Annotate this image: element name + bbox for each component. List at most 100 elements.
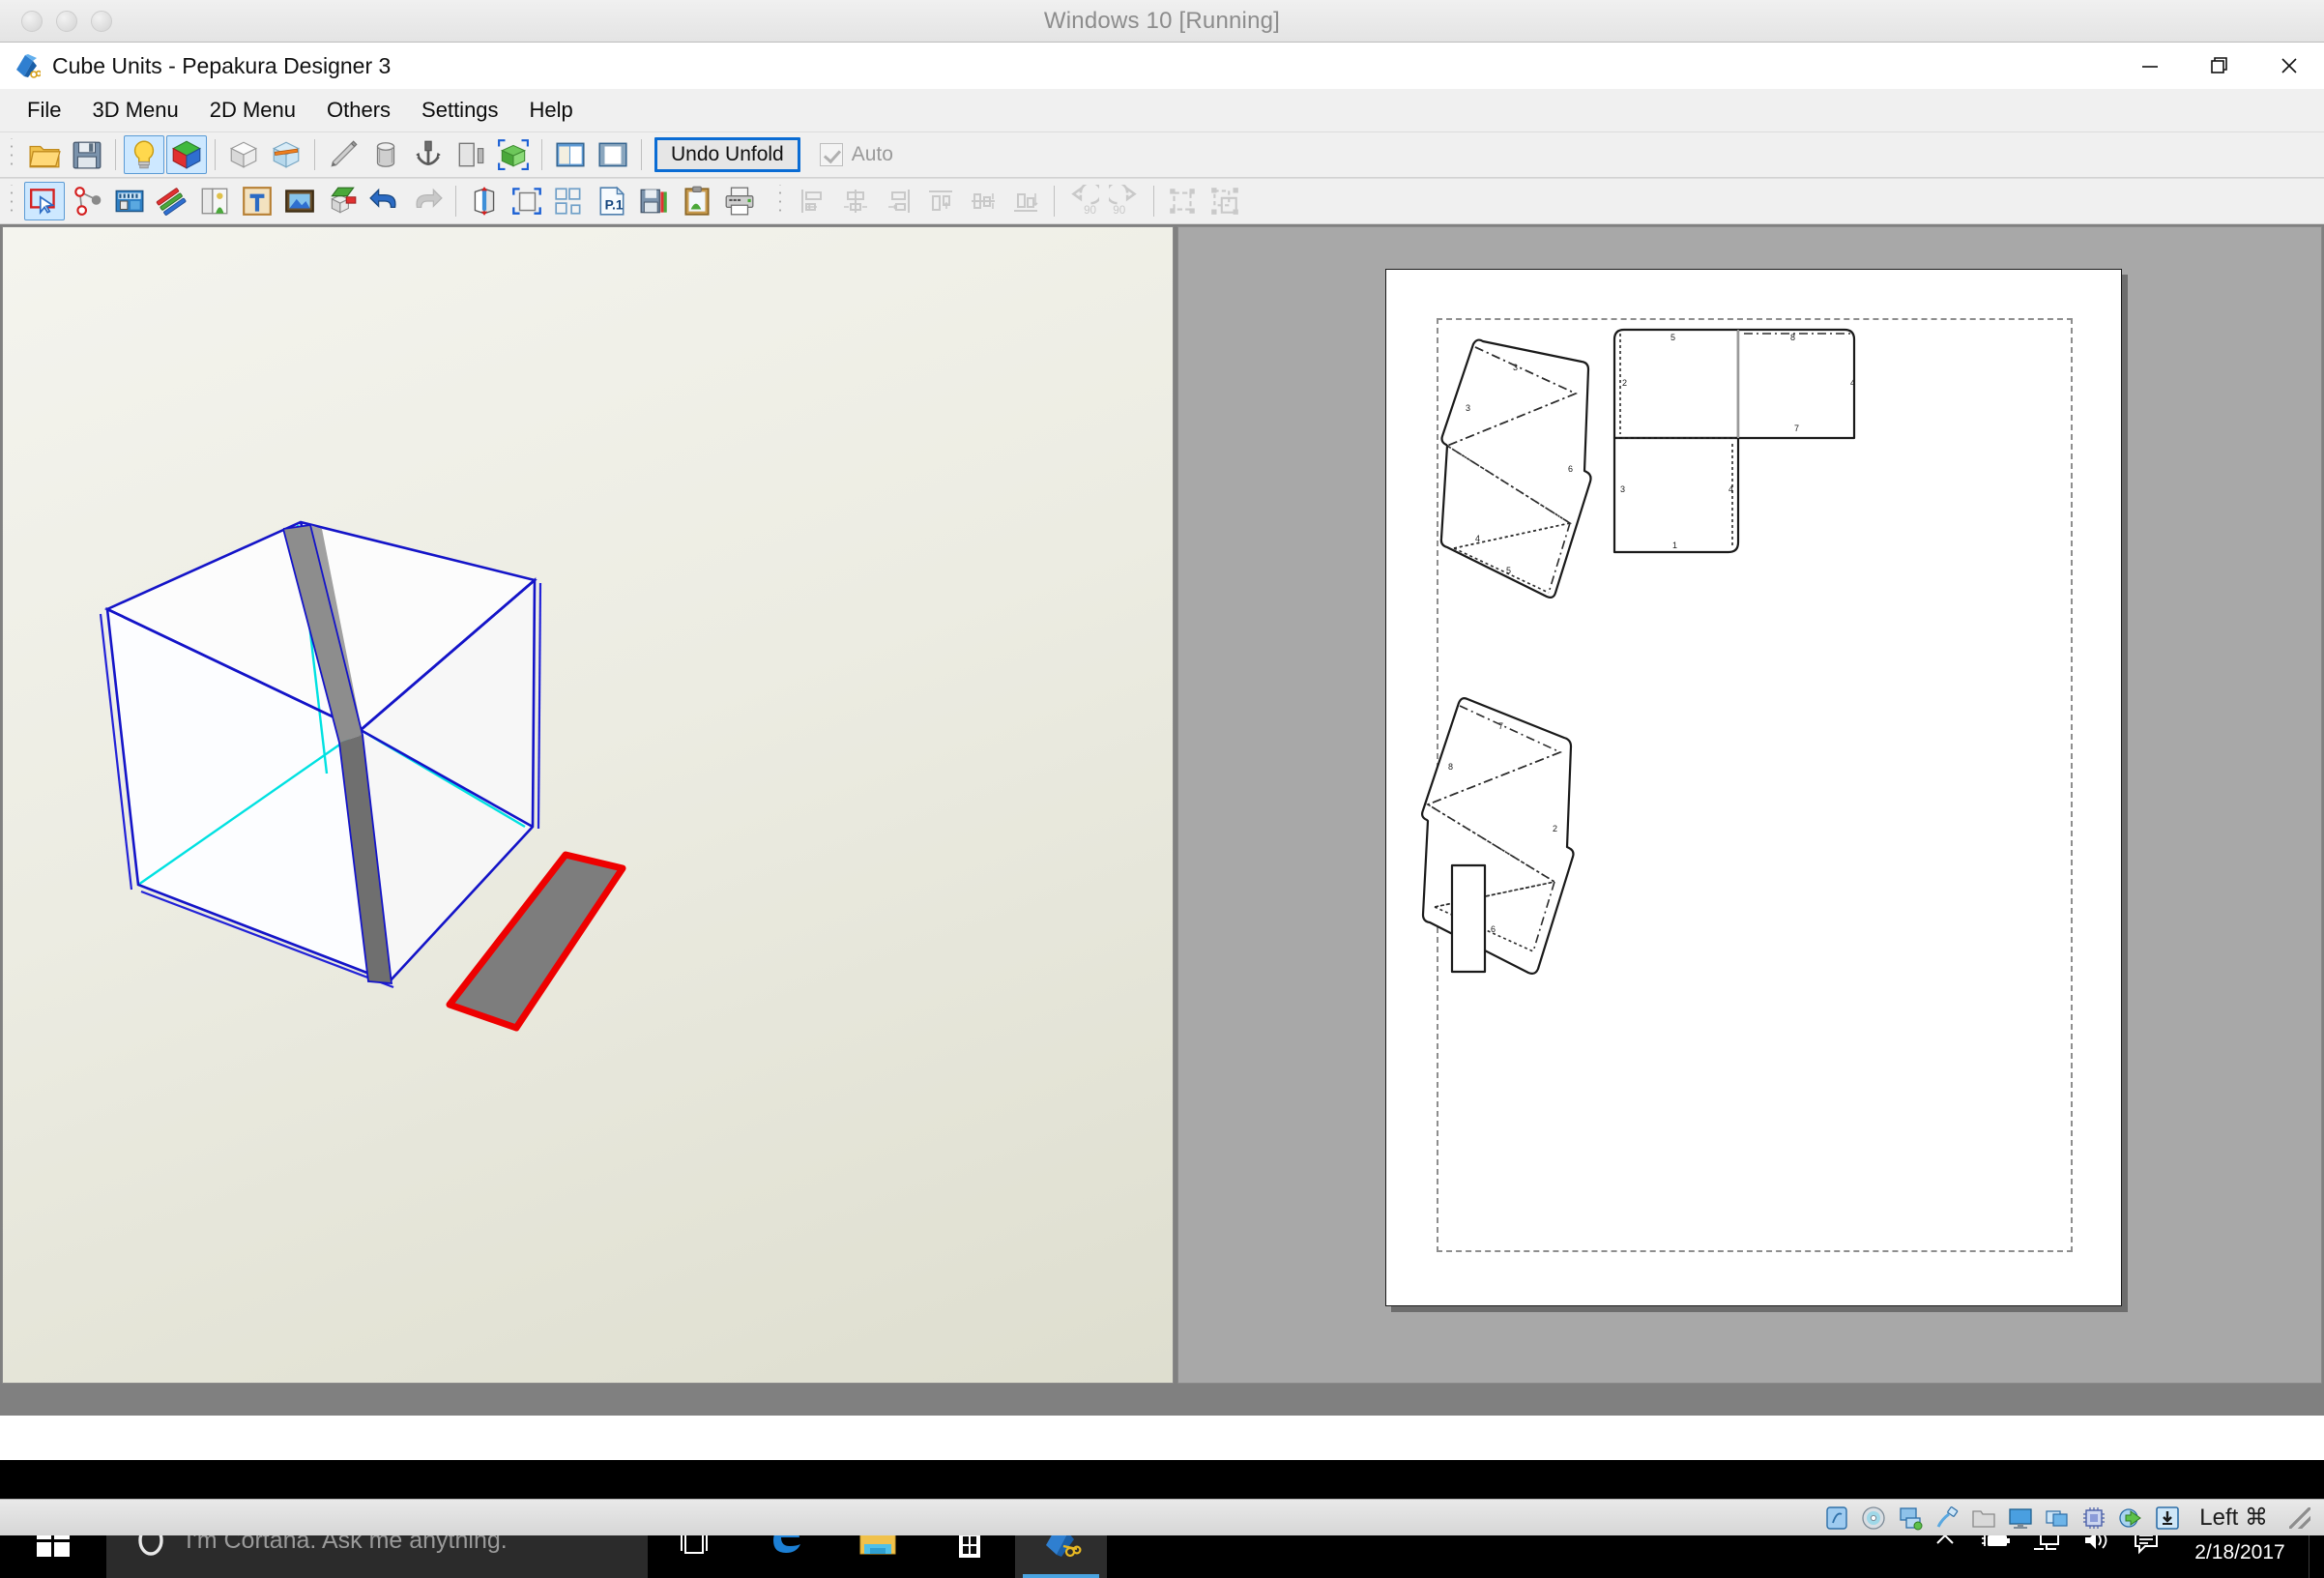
open-file-icon[interactable] xyxy=(24,135,65,174)
save-file-icon[interactable] xyxy=(67,135,107,174)
flip-part-icon[interactable] xyxy=(464,182,505,220)
svg-text:P.1: P.1 xyxy=(605,197,624,213)
toolbar-grip[interactable] xyxy=(6,138,19,171)
join-disjoin-tool-icon[interactable] xyxy=(67,182,107,220)
menu-help[interactable]: Help xyxy=(514,94,589,127)
close-button[interactable] xyxy=(2254,43,2324,89)
svg-text:8: 8 xyxy=(1448,762,1453,772)
align-bottom-icon[interactable] xyxy=(1005,182,1046,220)
viewport-2d[interactable]: .cut { fill:#ffffff; stroke:#1a1a1a; str… xyxy=(1177,226,2322,1384)
page-sheet[interactable]: .cut { fill:#ffffff; stroke:#1a1a1a; str… xyxy=(1385,269,2122,1306)
pattern-part-d xyxy=(1450,863,1487,974)
toolbar-grip[interactable] xyxy=(6,185,19,218)
pattern-part-a: 3 3 6 4 5 xyxy=(1439,338,1592,599)
svg-text:2: 2 xyxy=(1553,824,1557,833)
toolbar-separator xyxy=(215,139,216,170)
edit-line-icon[interactable] xyxy=(152,182,192,220)
viewport-3d[interactable] xyxy=(2,226,1174,1384)
svg-text:8: 8 xyxy=(1790,333,1795,342)
window-capture-icon[interactable] xyxy=(2045,1505,2070,1531)
menu-2d[interactable]: 2D Menu xyxy=(194,94,311,127)
svg-text:6: 6 xyxy=(1491,924,1496,934)
resize-grip[interactable] xyxy=(2289,1506,2310,1529)
work-area: .cut { fill:#ffffff; stroke:#1a1a1a; str… xyxy=(0,224,2324,1416)
menu-file[interactable]: File xyxy=(12,94,76,127)
window-controls[interactable] xyxy=(2115,43,2324,89)
pencil-tool-icon[interactable] xyxy=(323,135,363,174)
menu-others[interactable]: Others xyxy=(311,94,406,127)
rotate-ccw-90-icon[interactable]: 90 xyxy=(1062,182,1103,220)
svg-text:2: 2 xyxy=(1622,378,1627,388)
restore-button[interactable] xyxy=(2185,43,2254,89)
align-center-h-icon[interactable] xyxy=(835,182,876,220)
network-icon[interactable] xyxy=(1898,1505,1923,1531)
redo-icon[interactable] xyxy=(407,182,448,220)
toolbar-grip[interactable] xyxy=(774,185,788,218)
minimize-button[interactable] xyxy=(2115,43,2185,89)
usb-icon[interactable] xyxy=(1934,1505,1960,1531)
layout-single-icon[interactable] xyxy=(593,135,633,174)
paint-tool-icon[interactable] xyxy=(322,182,363,220)
undo-icon[interactable] xyxy=(364,182,405,220)
select-move-tool-icon[interactable] xyxy=(24,182,65,220)
host-key-label: Left ⌘ xyxy=(2199,1505,2268,1531)
ungroup-parts-icon[interactable] xyxy=(1205,182,1245,220)
copy-clipboard-icon[interactable] xyxy=(677,182,717,220)
anchor-tool-icon[interactable] xyxy=(408,135,449,174)
svg-text:7: 7 xyxy=(1498,721,1503,731)
mirror-tool-icon[interactable] xyxy=(450,135,491,174)
svg-text:3: 3 xyxy=(1466,403,1470,413)
shared-folder-icon[interactable] xyxy=(1971,1505,1996,1531)
app-titlebar: Cube Units - Pepakura Designer 3 xyxy=(0,43,2324,89)
toolbar-separator xyxy=(314,139,315,170)
layout-split-icon[interactable] xyxy=(550,135,591,174)
show-texture-icon[interactable] xyxy=(166,135,207,174)
print-icon[interactable] xyxy=(719,182,760,220)
unfold-pattern-canvas[interactable]: .cut { fill:#ffffff; stroke:#1a1a1a; str… xyxy=(1386,270,2123,1307)
host-key-icon[interactable] xyxy=(2155,1505,2180,1531)
align-left-icon[interactable] xyxy=(793,182,833,220)
undo-unfold-button[interactable]: Undo Unfold xyxy=(654,137,800,172)
vm-titlebar: Windows 10 [Running] xyxy=(0,0,2324,43)
menu-3d[interactable]: 3D Menu xyxy=(76,94,193,127)
windows-desktop: Cube Units - Pepakura Designer 3 File 3D… xyxy=(0,43,2324,1578)
page-number-icon[interactable]: P.1 xyxy=(592,182,632,220)
align-center-v-icon[interactable] xyxy=(963,182,1003,220)
flap-editor-icon[interactable] xyxy=(109,182,150,220)
model-3d-canvas[interactable] xyxy=(3,227,1174,1384)
select-model-icon[interactable] xyxy=(493,135,534,174)
svg-text:90: 90 xyxy=(1113,204,1125,217)
auto-checkbox[interactable]: Auto xyxy=(819,143,893,166)
svg-text:6: 6 xyxy=(1568,464,1573,474)
save-image-icon[interactable] xyxy=(634,182,675,220)
mouse-integration-icon[interactable] xyxy=(2118,1505,2143,1531)
auto-checkbox-box[interactable] xyxy=(819,143,843,166)
add-image-icon[interactable] xyxy=(279,182,320,220)
optical-disk-icon[interactable] xyxy=(1861,1505,1886,1531)
arrange-parts-icon[interactable] xyxy=(549,182,590,220)
edit-texture-icon[interactable] xyxy=(266,135,306,174)
group-parts-icon[interactable] xyxy=(1162,182,1203,220)
hard-disk-icon[interactable] xyxy=(1824,1505,1849,1531)
svg-text:4: 4 xyxy=(1850,378,1855,388)
align-right-icon[interactable] xyxy=(878,182,918,220)
fit-to-page-icon[interactable] xyxy=(507,182,547,220)
cylinder-tool-icon[interactable] xyxy=(365,135,406,174)
pepakura-icon xyxy=(14,52,43,79)
pattern-part-c: 5 2 8 4 7 3 4 1 xyxy=(1612,328,1856,554)
rotate-cw-90-icon[interactable]: 90 xyxy=(1105,182,1146,220)
white-model-icon[interactable] xyxy=(223,135,264,174)
display-icon[interactable] xyxy=(2008,1505,2033,1531)
align-top-icon[interactable] xyxy=(920,182,961,220)
add-text-icon[interactable] xyxy=(237,182,277,220)
svg-text:3: 3 xyxy=(1513,363,1518,372)
menu-settings[interactable]: Settings xyxy=(406,94,514,127)
show-light-icon[interactable] xyxy=(124,135,164,174)
svg-text:4: 4 xyxy=(1475,534,1480,543)
toolbar-separator xyxy=(1054,186,1055,217)
cpu-icon[interactable] xyxy=(2081,1505,2106,1531)
vm-title-text: Windows 10 [Running] xyxy=(1043,7,1281,34)
app-title-text: Cube Units - Pepakura Designer 3 xyxy=(52,52,392,78)
page-edit-icon[interactable] xyxy=(194,182,235,220)
